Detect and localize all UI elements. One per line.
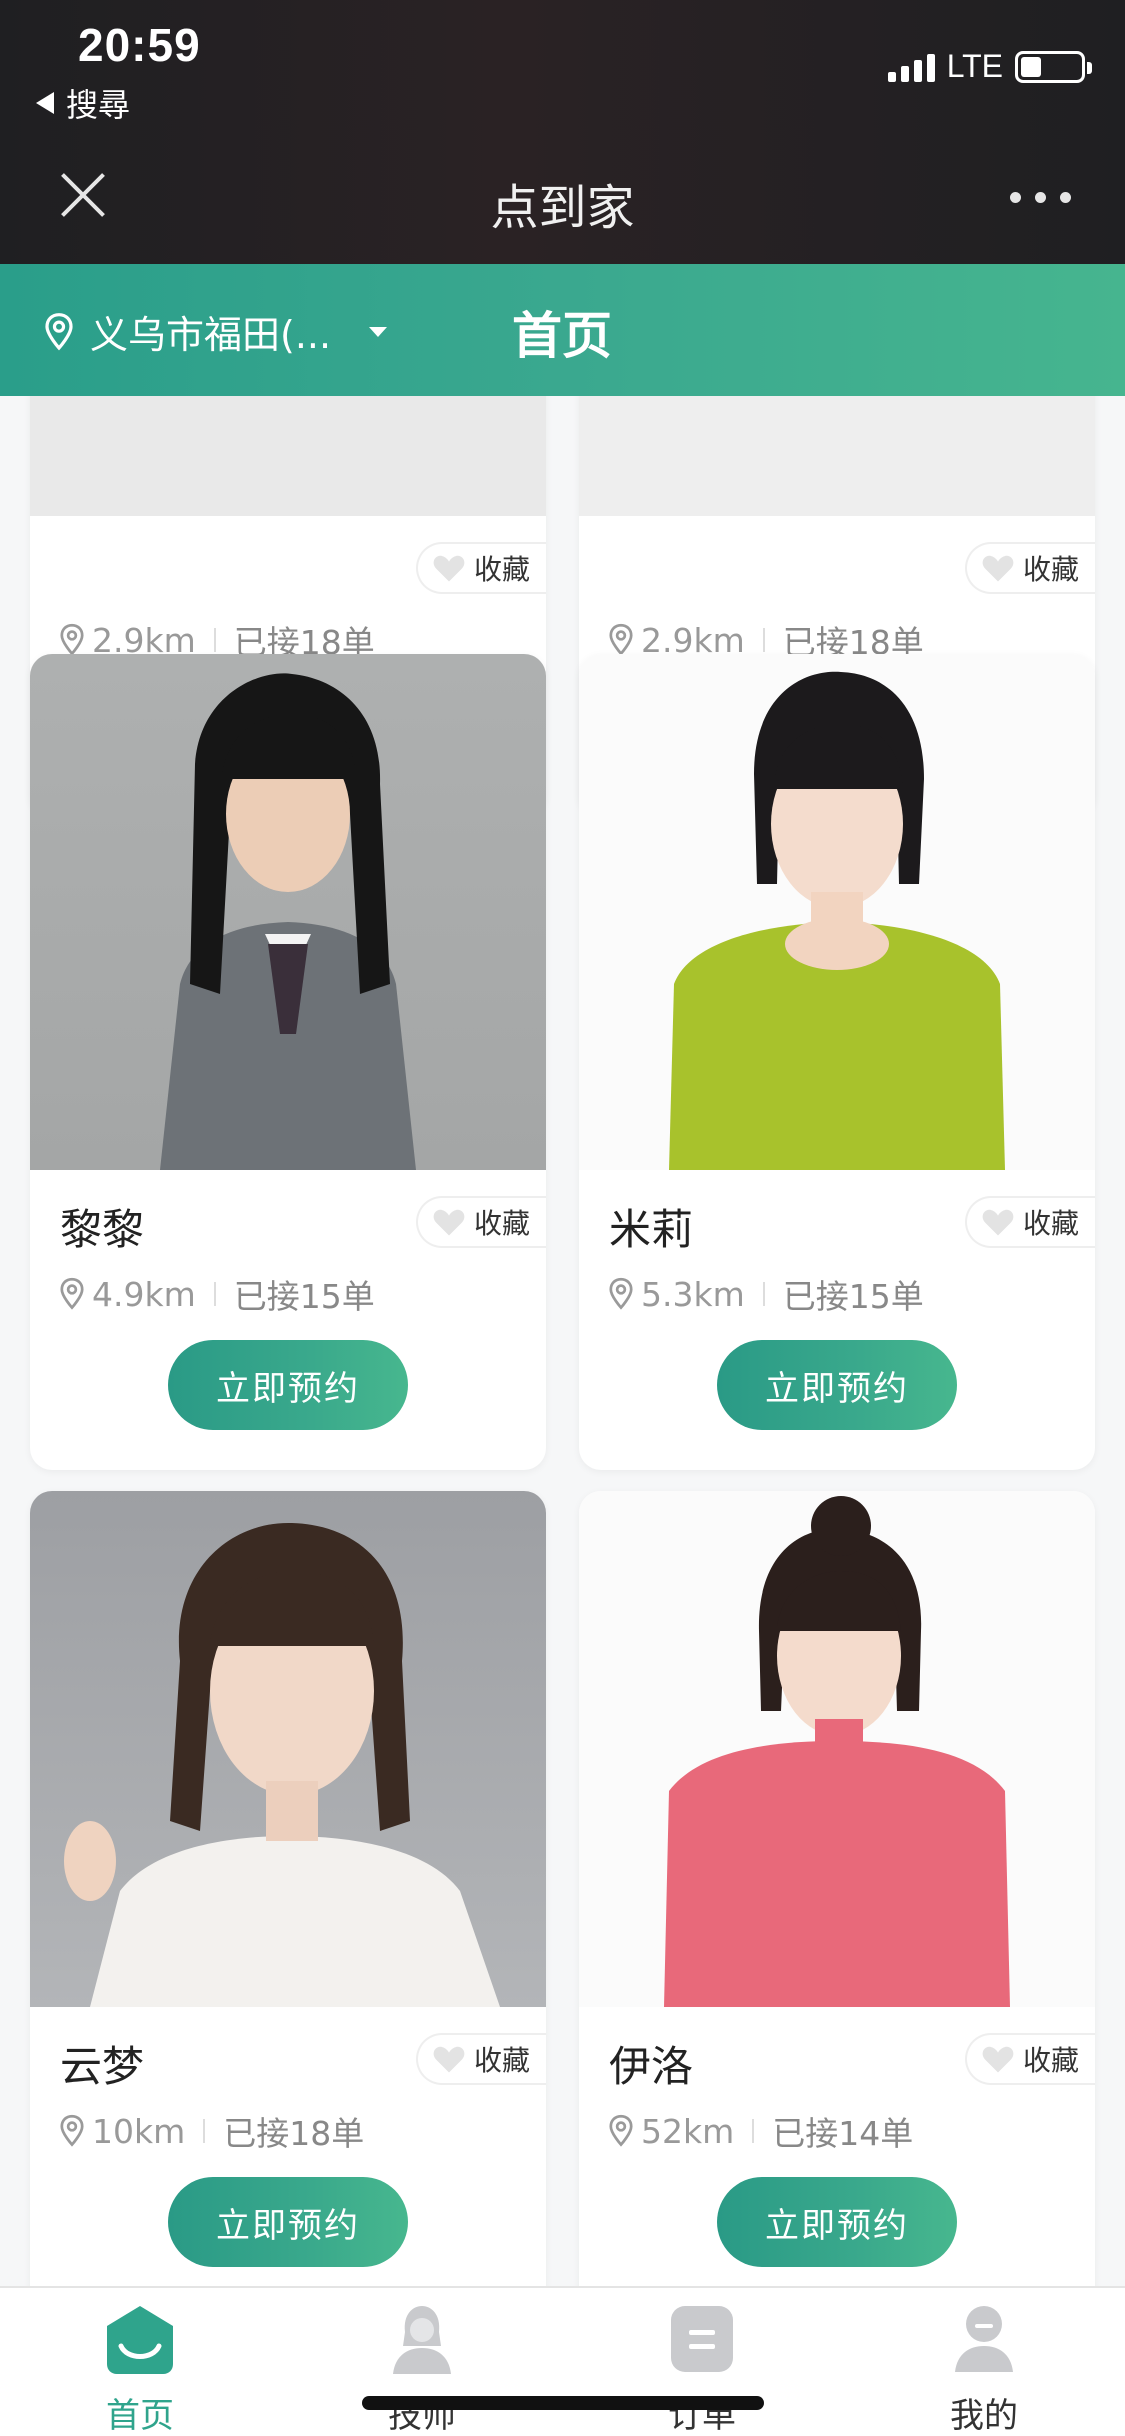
heart-icon <box>433 1209 465 1236</box>
location-pin-icon <box>609 1277 633 1310</box>
therapist-card[interactable]: 黎黎 收藏 4.9km 已接15单 立即预约 <box>30 654 546 1470</box>
status-indicators: LTE <box>887 48 1092 85</box>
distance: 10km <box>92 2111 186 2151</box>
home-indicator[interactable] <box>362 2396 764 2410</box>
distance-orders: 5.3km 已接15单 <box>607 1270 924 1318</box>
book-now-button[interactable]: 立即预约 <box>168 2177 408 2267</box>
book-now-button[interactable]: 立即预约 <box>717 2177 957 2267</box>
therapist-card[interactable]: 米莉 收藏 5.3km 已接15单 立即预约 <box>579 654 1095 1470</box>
tab-profile[interactable]: 我的 <box>904 2302 1064 2436</box>
location-pin-icon <box>609 2114 633 2147</box>
favorite-button[interactable]: 收藏 <box>964 542 1095 594</box>
chevron-down-icon <box>369 326 388 337</box>
bottom-tab-bar: 首页 技师 订单 我的 <box>0 2286 1125 2436</box>
status-time: 20:59 <box>78 19 201 71</box>
location-label: 义乌市福田(... <box>90 313 332 357</box>
location-pin-icon <box>60 1277 84 1310</box>
signal-icon <box>887 52 935 82</box>
distance-orders: 10km 已接18单 <box>58 2107 364 2155</box>
more-options-icon[interactable] <box>1010 192 1071 203</box>
tab-label: 首页 <box>106 2396 174 2436</box>
distance: 4.9km <box>92 1274 196 1314</box>
back-triangle-icon <box>36 92 54 114</box>
therapist-photo <box>30 654 546 1170</box>
heart-icon <box>433 555 465 582</box>
back-to-app-link[interactable]: 搜尋 <box>36 80 130 126</box>
orders-count: 已接18单 <box>223 2114 365 2153</box>
therapist-photo <box>579 1491 1095 2007</box>
favorite-button[interactable]: 收藏 <box>964 2033 1095 2085</box>
favorite-button[interactable]: 收藏 <box>964 1196 1095 1248</box>
therapist-card[interactable]: 云梦 收藏 10km 已接18单 立即预约 <box>30 1491 546 2286</box>
heart-icon <box>433 2046 465 2073</box>
network-type: LTE <box>946 48 1003 84</box>
therapist-name: 米莉 <box>609 1205 694 1254</box>
book-now-button[interactable]: 立即预约 <box>717 1340 957 1430</box>
heart-icon <box>982 555 1014 582</box>
page-title: 首页 <box>512 307 612 365</box>
therapist-photo <box>30 1491 546 2007</box>
therapist-grid: 收藏 2.9km 已接18单 立即预约 收藏 2.9km 已接18单 <box>0 396 1125 2286</box>
distance: 52km <box>641 2111 735 2151</box>
location-pin-icon <box>609 623 633 656</box>
therapist-photo <box>579 396 1095 516</box>
tab-label: 我的 <box>950 2396 1018 2436</box>
heart-icon <box>982 2046 1014 2073</box>
distance-orders: 4.9km 已接15单 <box>58 1270 375 1318</box>
home-icon <box>107 2306 173 2374</box>
therapist-card[interactable]: 伊洛 收藏 52km 已接14单 立即预约 <box>579 1491 1095 2286</box>
favorite-button[interactable]: 收藏 <box>415 2033 546 2085</box>
profile-icon <box>955 2306 1013 2372</box>
orders-count: 已接14单 <box>772 2114 914 2153</box>
tab-home[interactable]: 首页 <box>60 2302 220 2436</box>
book-now-button[interactable]: 立即预约 <box>168 1340 408 1430</box>
favorite-button[interactable]: 收藏 <box>415 1196 546 1248</box>
therapist-name: 伊洛 <box>609 2042 694 2091</box>
therapist-name: 云梦 <box>60 2042 145 2091</box>
heart-icon <box>982 1209 1014 1236</box>
top-bar: 20:59 搜尋 LTE 点到家 <box>0 0 1125 264</box>
distance-orders: 52km 已接14单 <box>607 2107 913 2155</box>
location-pin-icon <box>45 312 73 350</box>
battery-icon <box>1015 50 1092 83</box>
therapist-icon <box>393 2306 451 2374</box>
tab-therapists[interactable]: 技师 <box>342 2302 502 2436</box>
favorite-button[interactable]: 收藏 <box>415 542 546 594</box>
orders-count: 已接15单 <box>233 1277 375 1316</box>
orders-count: 已接15单 <box>782 1277 924 1316</box>
page-header: 义乌市福田(... 首页 <box>0 264 1125 396</box>
location-pin-icon <box>60 2114 84 2147</box>
tab-orders[interactable]: 订单 <box>622 2302 782 2436</box>
mini-program-title: 点到家 <box>490 180 635 236</box>
therapist-photo <box>579 654 1095 1170</box>
therapist-photo <box>30 396 546 516</box>
orders-icon <box>671 2306 733 2372</box>
location-selector[interactable]: 义乌市福田(... <box>42 304 388 359</box>
location-pin-icon <box>60 623 84 656</box>
therapist-name: 黎黎 <box>60 1205 145 1254</box>
back-app-label: 搜尋 <box>66 86 131 124</box>
distance: 5.3km <box>641 1274 745 1314</box>
